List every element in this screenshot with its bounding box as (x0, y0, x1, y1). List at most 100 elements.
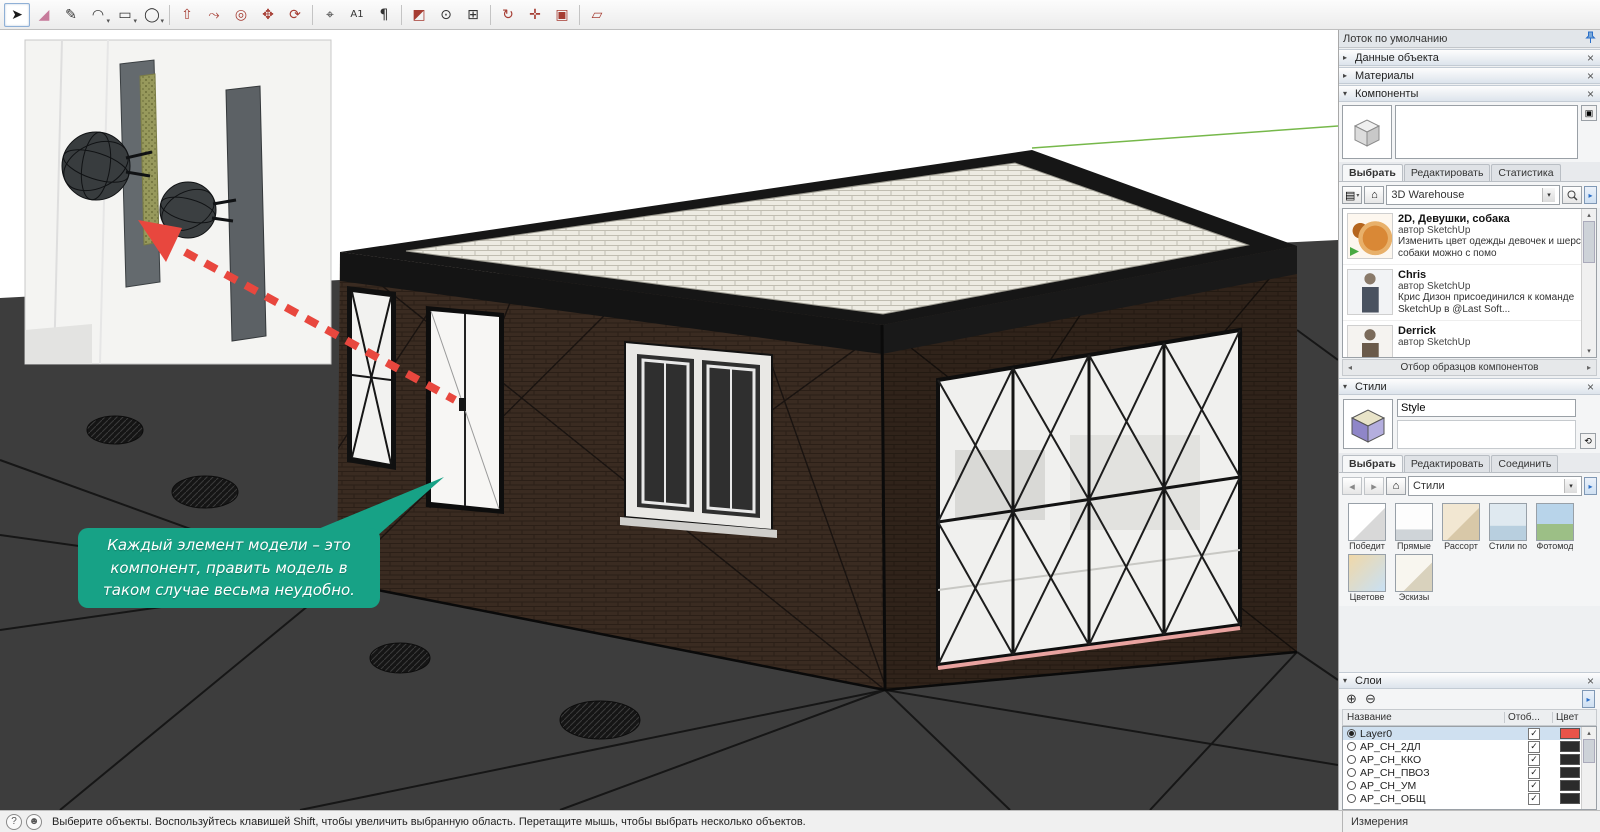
visibility-checkbox[interactable]: ✓ (1528, 740, 1540, 753)
close-icon[interactable]: × (1585, 70, 1596, 82)
style-thumbnail-item[interactable]: Эскизы (1392, 554, 1436, 602)
dimension-button[interactable]: A1 (344, 3, 370, 27)
visibility-checkbox[interactable]: ✓ (1528, 779, 1540, 792)
close-icon[interactable]: × (1585, 381, 1596, 393)
tray-title-bar[interactable]: Лоток по умолчанию (1339, 30, 1600, 48)
panel-header-layers[interactable]: ▾ Слои × (1339, 672, 1600, 689)
component-item[interactable]: Derrick автор SketchUp (1343, 321, 1596, 357)
dropdown-arrow-icon[interactable]: ▾ (133, 17, 137, 25)
tab-statistics[interactable]: Статистика (1491, 164, 1561, 181)
home-icon[interactable]: ⌂ (1364, 186, 1385, 204)
move-button[interactable]: ✥ (255, 3, 281, 27)
layer-radio[interactable] (1347, 781, 1356, 790)
layer-color-swatch[interactable] (1560, 754, 1580, 765)
scroll-thumb[interactable] (1583, 221, 1595, 263)
rectangle-button[interactable]: ▭ ▾ (112, 3, 138, 27)
style-thumbnail-item[interactable]: Цветове (1345, 554, 1389, 602)
prev-icon[interactable]: ◂ (1343, 363, 1357, 372)
chevron-down-icon[interactable]: ▾ (1542, 188, 1555, 202)
paint-bucket-button[interactable]: ◩ (406, 3, 432, 27)
forward-button[interactable]: ▸ (1364, 477, 1384, 495)
panel-header-components[interactable]: ▾ Компоненты × (1339, 85, 1600, 102)
dropdown-arrow-icon[interactable]: ▾ (106, 17, 110, 25)
viewport-3d[interactable]: Каждый элемент модели – это компонент, п… (0, 30, 1338, 810)
close-icon[interactable]: × (1585, 88, 1596, 100)
column-visible[interactable]: Отоб... (1505, 712, 1553, 723)
layer-color-swatch[interactable] (1560, 793, 1580, 804)
layer-row[interactable]: AP_CH_УМ ✓ (1343, 779, 1596, 792)
measurements-box[interactable]: Измерения (1342, 811, 1600, 832)
tab-select[interactable]: Выбрать (1342, 164, 1403, 181)
orbit-button[interactable]: ↻ (495, 3, 521, 27)
select-instance-button[interactable]: ▣ (1581, 105, 1597, 121)
layer-color-swatch[interactable] (1560, 780, 1580, 791)
layer-row[interactable]: AP_CH_ККО ✓ (1343, 753, 1596, 766)
style-thumbnail-item[interactable]: Фотомод (1533, 503, 1577, 551)
column-color[interactable]: Цвет (1553, 712, 1596, 723)
arc-button[interactable]: ◠ ▾ (85, 3, 111, 27)
tab-edit-style[interactable]: Редактировать (1403, 455, 1491, 472)
search-icon[interactable] (1562, 186, 1582, 204)
style-name-input[interactable] (1397, 399, 1576, 417)
layer-color-swatch[interactable] (1560, 741, 1580, 752)
layers-pane-arrow-button[interactable]: ▸ (1582, 690, 1595, 708)
add-layer-button[interactable]: ⊕ (1344, 692, 1359, 707)
style-thumbnail-item[interactable]: Стили по (1486, 503, 1530, 551)
component-item[interactable]: Chris автор SketchUp Крис Дизон присоедини… (1343, 265, 1596, 321)
zoom-button[interactable]: ⊙ (433, 3, 459, 27)
zoom-window-button[interactable]: ⊞ (460, 3, 486, 27)
user-icon[interactable]: ☻ (26, 813, 42, 830)
update-style-button[interactable]: ⟲ (1580, 433, 1596, 449)
chevron-down-icon[interactable]: ▾ (1564, 479, 1577, 493)
scroll-thumb[interactable] (1583, 739, 1595, 763)
layer-radio[interactable] (1347, 729, 1356, 738)
styles-collection-combo[interactable]: Стили ▾ (1408, 476, 1582, 496)
layer-radio[interactable] (1347, 794, 1356, 803)
panel-header-styles[interactable]: ▾ Стили × (1339, 378, 1600, 395)
back-button[interactable]: ◂ (1342, 477, 1362, 495)
tab-select-style[interactable]: Выбрать (1342, 455, 1403, 472)
column-name[interactable]: Название (1343, 712, 1505, 723)
push-pull-button[interactable]: ⇧ (174, 3, 200, 27)
text-button[interactable]: ¶ (371, 3, 397, 27)
visibility-checkbox[interactable]: ✓ (1528, 753, 1540, 766)
next-icon[interactable]: ▸ (1582, 363, 1596, 372)
offset-button[interactable]: ◎ (228, 3, 254, 27)
panel-header-entity-info[interactable]: ▸ Данные объекта × (1339, 49, 1600, 66)
scroll-up-icon[interactable]: ▴ (1587, 727, 1591, 739)
tab-mix-style[interactable]: Соединить (1491, 455, 1559, 472)
scroll-down-icon[interactable]: ▾ (1587, 345, 1591, 357)
component-sampler-bar[interactable]: ◂ Отбор образцов компонентов ▸ (1342, 359, 1597, 376)
style-thumbnail-item[interactable]: Прямые (1392, 503, 1436, 551)
home-icon[interactable]: ⌂ (1386, 477, 1406, 495)
layer-radio[interactable] (1347, 768, 1356, 777)
component-list[interactable]: 2D, Девушки, собака автор SketchUp Изменит… (1342, 208, 1597, 358)
camera-button[interactable]: ▣ (549, 3, 575, 27)
pan-button[interactable]: ✛ (522, 3, 548, 27)
close-icon[interactable]: × (1585, 675, 1596, 687)
layer-radio[interactable] (1347, 742, 1356, 751)
tab-edit[interactable]: Редактировать (1403, 164, 1491, 181)
details-arrow-button[interactable]: ▸ (1584, 186, 1597, 204)
scroll-up-icon[interactable]: ▴ (1587, 209, 1591, 221)
component-list-scrollbar[interactable]: ▴ ▾ (1581, 209, 1596, 357)
section-plane-button[interactable]: ▱ (584, 3, 610, 27)
layer-row[interactable]: AP_CH_2ДЛ ✓ (1343, 740, 1596, 753)
visibility-checkbox[interactable]: ✓ (1528, 792, 1540, 805)
layer-row[interactable]: AP_CH_ПВОЗ ✓ (1343, 766, 1596, 779)
select-button[interactable]: ➤ (4, 2, 30, 27)
styles-pane-arrow-button[interactable]: ▸ (1584, 477, 1597, 495)
panel-header-materials[interactable]: ▸ Материалы × (1339, 67, 1600, 84)
warehouse-combo[interactable]: 3D Warehouse ▾ (1386, 185, 1560, 205)
eraser-button[interactable]: ◢ (31, 3, 57, 27)
help-icon[interactable]: ? (6, 813, 22, 830)
rotate-button[interactable]: ⟳ (282, 3, 308, 27)
layer-color-swatch[interactable] (1560, 767, 1580, 778)
component-item[interactable]: 2D, Девушки, собака автор SketchUp Изменит… (1343, 209, 1596, 265)
visibility-checkbox[interactable]: ✓ (1528, 766, 1540, 779)
circle-button[interactable]: ◯ ▾ (139, 3, 165, 27)
remove-layer-button[interactable]: ⊖ (1363, 692, 1378, 707)
style-thumbnail-item[interactable]: Рассорт (1439, 503, 1483, 551)
pin-icon[interactable] (1585, 31, 1596, 47)
visibility-checkbox[interactable]: ✓ (1528, 727, 1540, 740)
